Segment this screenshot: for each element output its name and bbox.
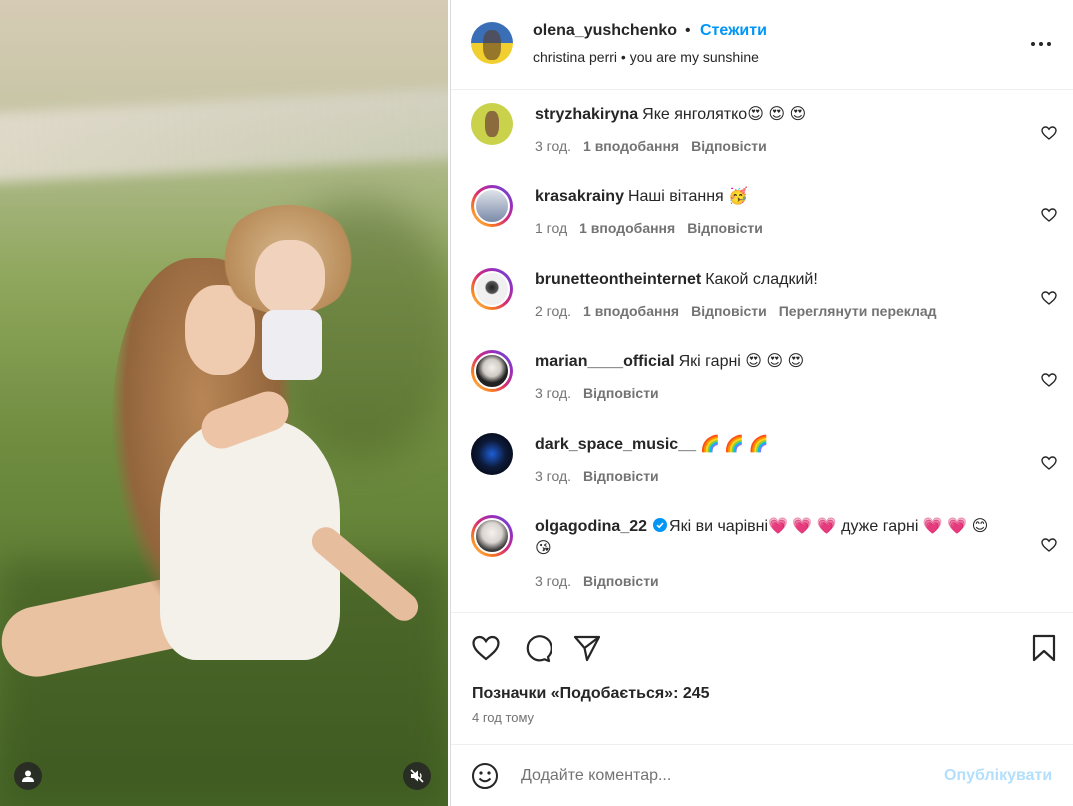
- user-icon: [22, 770, 34, 782]
- commenter-username[interactable]: dark_space_music__: [535, 436, 696, 453]
- commenter-avatar[interactable]: [471, 433, 513, 475]
- speaker-muted-icon: [410, 769, 424, 783]
- commenter-username[interactable]: marian____official: [535, 353, 675, 370]
- share-plane-icon[interactable]: [572, 633, 602, 663]
- comment-text: 🌈 🌈 🌈: [700, 436, 769, 453]
- comment-text: Яке янголятко😍 😍 😍: [642, 106, 807, 123]
- audio-track[interactable]: christina perri • you are my sunshine: [533, 49, 759, 65]
- reply-button[interactable]: Відповісти: [583, 573, 659, 589]
- comment-meta: 1 год 1 вподобання Відповісти: [535, 220, 775, 236]
- commenter-avatar[interactable]: [471, 350, 513, 392]
- comment-likes[interactable]: 1 вподобання: [579, 220, 675, 236]
- see-translation-button[interactable]: Переглянути переклад: [779, 303, 937, 319]
- post-photo: [0, 0, 448, 806]
- comment-meta: 3 год. Відповісти: [535, 385, 671, 401]
- emoji-icon[interactable]: [471, 762, 499, 790]
- comment-time: 3 год.: [535, 138, 572, 154]
- comment-meta: 3 год. 1 вподобання Відповісти: [535, 138, 779, 154]
- commenter-username[interactable]: krasakrainy: [535, 188, 624, 205]
- tagged-users-button[interactable]: [14, 762, 42, 790]
- comment-time: 3 год.: [535, 573, 572, 589]
- author-avatar[interactable]: [471, 22, 513, 64]
- commenter-username[interactable]: olgagodina_22: [535, 518, 647, 535]
- comments-list[interactable]: stryzhakiryna Яке янголятко😍 😍 😍 3 год. 1 …: [451, 91, 1073, 613]
- reply-button[interactable]: Відповісти: [691, 303, 767, 319]
- reply-button[interactable]: Відповісти: [687, 220, 763, 236]
- post-header: olena_yushchenko • Стежити christina per…: [451, 0, 1073, 90]
- comment-meta: 3 год. Відповісти: [535, 468, 671, 484]
- like-heart-icon[interactable]: [471, 633, 501, 663]
- commenter-avatar[interactable]: [471, 268, 513, 310]
- comment-likes[interactable]: 1 вподобання: [583, 138, 679, 154]
- heart-icon[interactable]: [1041, 125, 1057, 141]
- reply-button[interactable]: Відповісти: [583, 468, 659, 484]
- comment-time: 3 год.: [535, 385, 572, 401]
- comment-input[interactable]: [521, 761, 921, 791]
- verified-badge-icon: [653, 518, 668, 532]
- mute-button[interactable]: [403, 762, 431, 790]
- author-username[interactable]: olena_yushchenko: [533, 22, 677, 40]
- header-separator: •: [685, 22, 691, 39]
- comment-time: 1 год: [535, 220, 568, 236]
- post-sidebar: olena_yushchenko • Стежити christina per…: [450, 0, 1073, 806]
- comment-meta: 3 год. Відповісти: [535, 573, 671, 589]
- comment-text: Наші вітання 🥳: [627, 188, 749, 205]
- heart-icon[interactable]: [1041, 207, 1057, 223]
- more-horizontal-icon[interactable]: [1029, 34, 1053, 54]
- comment-time: 3 год.: [535, 468, 572, 484]
- comment-likes[interactable]: 1 вподобання: [583, 303, 679, 319]
- commenter-avatar[interactable]: [471, 185, 513, 227]
- comment-bubble-icon[interactable]: [522, 633, 552, 663]
- bookmark-icon[interactable]: [1029, 633, 1059, 663]
- post-actions: Позначки «Подобається»: 245 4 год тому: [451, 612, 1073, 742]
- commenter-avatar[interactable]: [471, 103, 513, 145]
- comment-text: Какой сладкий!: [705, 271, 818, 288]
- likes-count[interactable]: Позначки «Подобається»: 245: [472, 685, 710, 703]
- heart-icon[interactable]: [1041, 290, 1057, 306]
- comment-time: 2 год.: [535, 303, 572, 319]
- heart-icon[interactable]: [1041, 455, 1057, 471]
- post-comment-button[interactable]: Опублікувати: [944, 767, 1052, 785]
- commenter-avatar[interactable]: [471, 515, 513, 557]
- heart-icon[interactable]: [1041, 372, 1057, 388]
- follow-button[interactable]: Стежити: [700, 22, 767, 40]
- heart-icon[interactable]: [1041, 537, 1057, 553]
- commenter-username[interactable]: brunetteontheinternet: [535, 271, 701, 288]
- commenter-username[interactable]: stryzhakiryna: [535, 106, 638, 123]
- post-time: 4 год тому: [472, 710, 535, 725]
- add-comment-bar: Опублікувати: [451, 744, 1073, 806]
- reply-button[interactable]: Відповісти: [583, 385, 659, 401]
- reply-button[interactable]: Відповісти: [691, 138, 767, 154]
- comment-text: Які гарні 😍 😍 😍: [678, 353, 805, 370]
- comment-meta: 2 год. 1 вподобання Відповісти Переглянути …: [535, 303, 949, 319]
